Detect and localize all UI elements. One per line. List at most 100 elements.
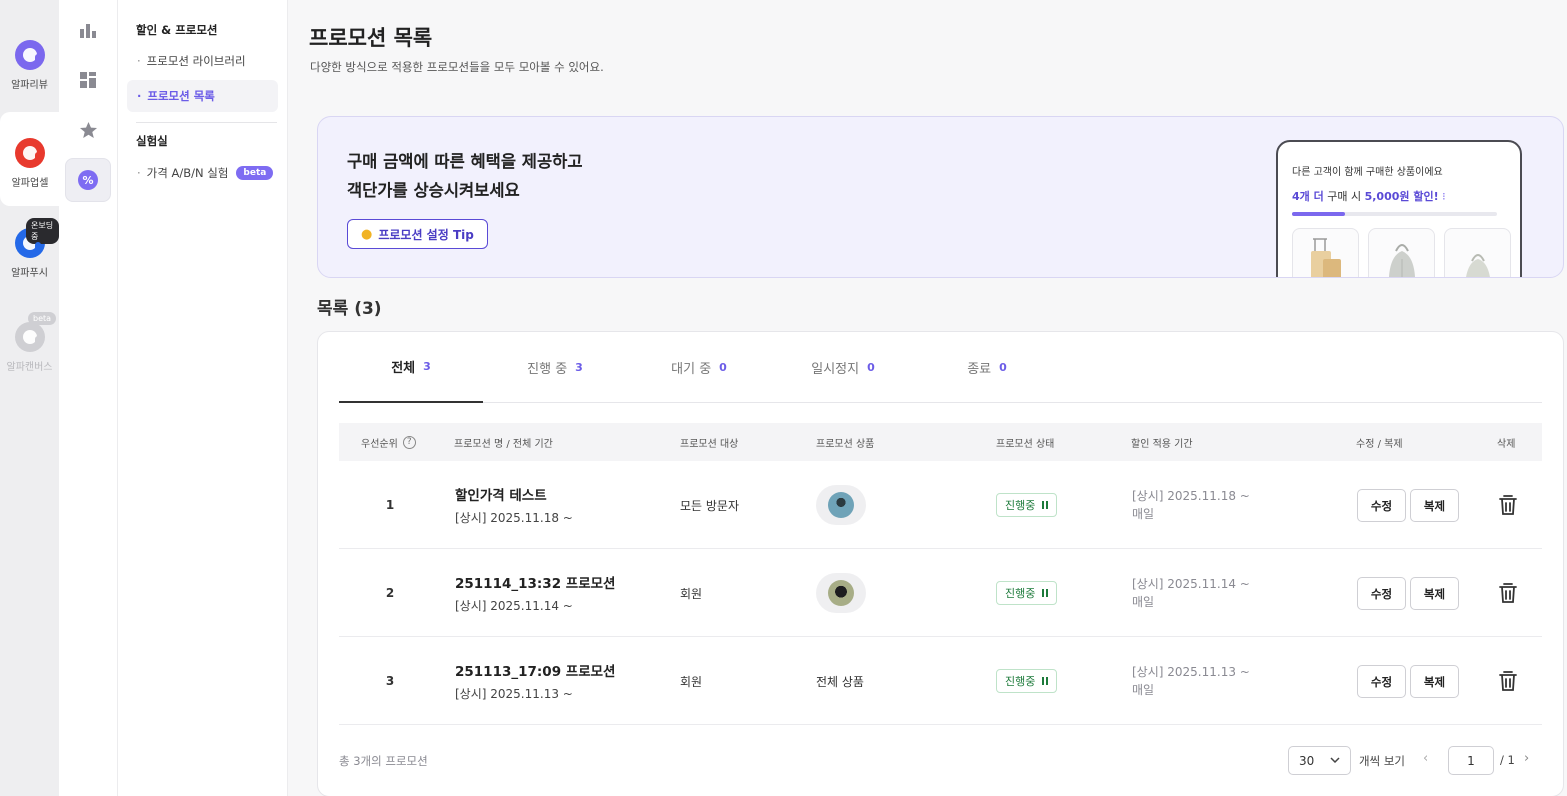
promotion-name[interactable]: 251113_17:09 프로모션 (455, 660, 615, 680)
nav-item-price-abn-test[interactable]: · 가격 A/B/N 실험 beta (127, 157, 278, 189)
copy-button[interactable]: 복제 (1410, 577, 1459, 610)
app-alpha-canvas[interactable]: 알파캔버스 beta (0, 296, 59, 390)
promotion-term: [상시] 2025.11.18 ~ (455, 511, 573, 525)
tab-label: 진행 중 (527, 362, 568, 377)
star-icon[interactable] (65, 108, 111, 152)
pause-icon (1042, 501, 1049, 509)
tab-ended[interactable]: 종료 0 (915, 332, 1059, 403)
app-name: 알파푸시 (11, 268, 48, 279)
promotion-target: 회원 (680, 586, 703, 601)
banner-headline-line1: 구매 금액에 따른 혜택을 제공하고 (347, 152, 583, 171)
status-badge[interactable]: 진행중 (996, 669, 1058, 693)
header-period: 할인 적용 기간 (1131, 438, 1193, 450)
promotion-term: [상시] 2025.11.14 ~ (455, 599, 573, 613)
tab-all[interactable]: 전체 3 (339, 332, 483, 403)
copy-button[interactable]: 복제 (1410, 665, 1459, 698)
status-badge[interactable]: 진행중 (996, 493, 1058, 517)
tab-label: 일시정지 (811, 362, 860, 377)
tab-count: 3 (575, 361, 583, 374)
tab-waiting[interactable]: 대기 중 0 (627, 332, 771, 403)
alpha-upsell-logo-icon (15, 138, 45, 168)
table-row[interactable]: 3 251113_17:09 프로모션 [상시] 2025.11.13 ~ 회원… (339, 637, 1542, 725)
sparkle-icon: ⁝ (1442, 190, 1446, 203)
edit-button[interactable]: 수정 (1357, 665, 1406, 698)
mockup-mid-text: 구매 시 (1327, 190, 1362, 203)
period-range: [상시] 2025.11.13 ~ (1132, 665, 1250, 679)
help-icon[interactable]: ? (402, 435, 416, 449)
alpha-canvas-logo-icon (14, 322, 45, 352)
page-total: / 1 (1500, 753, 1515, 767)
promotion-product-cell (816, 461, 866, 549)
trash-icon[interactable] (1497, 581, 1519, 605)
app-alpha-push[interactable]: 알파푸시 온보딩중 (0, 202, 59, 296)
edit-button[interactable]: 수정 (1357, 577, 1406, 610)
app-alpha-upsell[interactable]: 알파업셀 (0, 112, 60, 206)
tab-paused[interactable]: 일시정지 0 (771, 332, 915, 403)
discount-period: [상시] 2025.11.14 ~ 매일 (1132, 549, 1250, 637)
mockup-offer: 4개 더 구매 시 5,000원 할인! ⁝ (1292, 188, 1446, 204)
promo-banner: 구매 금액에 따른 혜택을 제공하고 객단가를 상승시켜보세요 ● 프로모션 설… (317, 116, 1564, 278)
nav-item-label: 가격 A/B/N 실험 (146, 166, 229, 180)
list-title: 목록 (3) (317, 299, 382, 319)
row-name-cell: 251114_13:32 프로모션 [상시] 2025.11.14 ~ (455, 549, 615, 637)
tab-count: 0 (719, 361, 727, 374)
status-badge[interactable]: 진행중 (996, 581, 1058, 605)
table-row[interactable]: 1 할인가격 테스트 [상시] 2025.11.18 ~ 모든 방문자 진행중 … (339, 461, 1542, 549)
status-label: 진행중 (1005, 675, 1036, 688)
app-name: 알파캔버스 (6, 362, 53, 373)
header-target: 프로모션 대상 (680, 438, 739, 450)
tab-count: 0 (867, 361, 875, 374)
mockup-discount: 5,000원 할인! (1364, 190, 1439, 203)
lightbulb-icon: ● (361, 226, 373, 242)
dashboard-icon[interactable] (65, 58, 111, 102)
next-page-icon[interactable]: › (1524, 751, 1529, 766)
edit-button[interactable]: 수정 (1357, 489, 1406, 522)
nav-item-promotion-library[interactable]: · 프로모션 라이브러리 (127, 45, 278, 77)
pause-icon (1042, 677, 1049, 685)
prev-page-icon[interactable]: ‹ (1423, 751, 1428, 766)
tab-count: 0 (999, 361, 1007, 374)
promotion-tip-button[interactable]: ● 프로모션 설정 Tip (347, 219, 488, 249)
app-name: 알파리뷰 (11, 80, 48, 91)
percent-icon[interactable]: % (65, 158, 111, 202)
section-title-lab: 실험실 (136, 134, 168, 148)
alpha-review-logo-icon (14, 40, 45, 70)
app-alpha-review[interactable]: 알파리뷰 (0, 14, 59, 108)
bullet-dot: · (137, 54, 141, 68)
table-row[interactable]: 2 251114_13:32 프로모션 [상시] 2025.11.14 ~ 회원… (339, 549, 1542, 637)
product-backpack-image (1368, 228, 1435, 277)
header-name: 프로모션 명 / 전체 기간 (454, 438, 553, 450)
promotion-product: 전체 상품 (816, 674, 864, 689)
status-label: 진행중 (1005, 587, 1036, 600)
onboarding-badge: 온보딩중 (26, 218, 59, 244)
per-page-select[interactable]: 30 (1288, 746, 1351, 775)
page-description: 다양한 방식으로 적용한 프로모션들을 모두 모아볼 수 있어요. (310, 60, 604, 74)
period-range: [상시] 2025.11.18 ~ (1132, 489, 1250, 503)
tab-in-progress[interactable]: 진행 중 3 (483, 332, 627, 403)
promotion-name[interactable]: 할인가격 테스트 (455, 484, 547, 504)
row-rank: 1 (385, 498, 395, 512)
sub-navigation: 할인 & 프로모션 · 프로모션 라이브러리 · 프로모션 목록 실험실 · 가… (118, 0, 288, 796)
trash-icon[interactable] (1497, 669, 1519, 693)
per-page-label: 개씩 보기 (1359, 754, 1405, 768)
promotion-name[interactable]: 251114_13:32 프로모션 (455, 572, 615, 592)
tip-button-label: 프로모션 설정 Tip (378, 227, 474, 242)
header-status: 프로모션 상태 (996, 438, 1055, 450)
tab-label: 대기 중 (671, 362, 712, 377)
bar-chart-icon[interactable] (65, 8, 111, 52)
tab-label: 전체 (391, 361, 416, 376)
status-cell: 진행중 (996, 549, 1058, 637)
nav-item-promotion-list[interactable]: · 프로모션 목록 (127, 80, 278, 112)
beta-badge: beta (28, 312, 57, 325)
mockup-title: 다른 고객이 함께 구매한 상품이에요 (1292, 167, 1443, 178)
status-tabs: 전체 3 진행 중 3 대기 중 0 일시정지 0 종료 0 (339, 332, 1542, 403)
page-input[interactable]: 1 (1448, 746, 1494, 775)
copy-button[interactable]: 복제 (1410, 489, 1459, 522)
period-frequency: 매일 (1132, 595, 1155, 609)
header-product: 프로모션 상품 (816, 438, 875, 450)
discount-period: [상시] 2025.11.18 ~ 매일 (1132, 461, 1250, 549)
discount-period: [상시] 2025.11.13 ~ 매일 (1132, 637, 1250, 725)
promotion-product-cell (816, 549, 866, 637)
trash-icon[interactable] (1497, 493, 1519, 517)
product-image (828, 580, 854, 606)
